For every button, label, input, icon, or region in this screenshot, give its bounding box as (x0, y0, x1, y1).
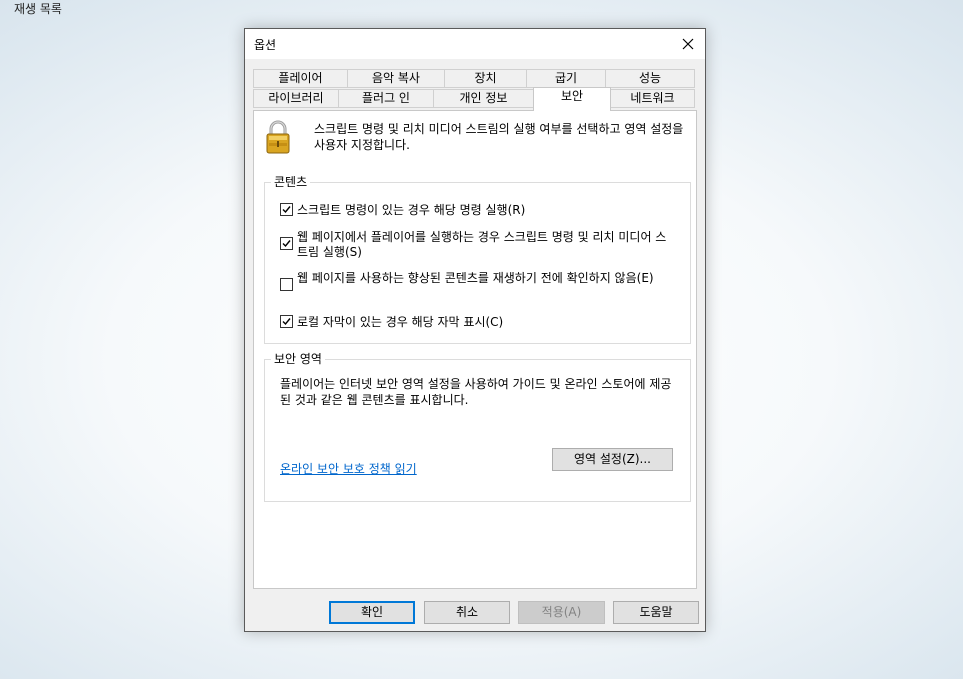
option-run-script-from-web[interactable]: 웹 페이지에서 플레이어를 실행하는 경우 스크립트 명령 및 리치 미디어 스… (280, 230, 675, 260)
background-window-title: 재생 목록 (14, 2, 62, 16)
checkmark-icon (282, 206, 291, 214)
checkbox[interactable] (280, 203, 293, 216)
help-button[interactable]: 도움말 (613, 601, 699, 624)
security-tab-panel: 스크립트 명령 및 리치 미디어 스트림의 실행 여부를 선택하고 영역 설정을… (253, 110, 697, 589)
content-group-label: 콘텐츠 (271, 174, 311, 190)
ok-button[interactable]: 확인 (329, 601, 415, 624)
tab-library[interactable]: 라이브러리 (253, 89, 339, 108)
checkbox[interactable] (280, 237, 293, 250)
lock-icon (266, 120, 290, 154)
checkbox[interactable] (280, 315, 293, 328)
cancel-button[interactable]: 취소 (424, 601, 510, 624)
tab-performance[interactable]: 성능 (605, 69, 695, 88)
option-label: 웹 페이지를 사용하는 향상된 콘텐츠를 재생하기 전에 확인하지 않음(E) (297, 271, 654, 285)
close-icon (682, 38, 694, 50)
tab-strip: 플레이어 음악 복사 장치 굽기 성능 라이브러리 플러그 인 개인 정보 보안… (253, 69, 695, 111)
tab-plugins[interactable]: 플러그 인 (338, 89, 434, 108)
dialog-title: 옵션 (254, 38, 277, 52)
zone-settings-button[interactable]: 영역 설정(Z)... (552, 448, 673, 471)
security-zone-group-label: 보안 영역 (271, 351, 325, 367)
tab-security[interactable]: 보안 (533, 87, 611, 111)
tab-player[interactable]: 플레이어 (253, 69, 348, 88)
option-no-prompt-enhanced-content[interactable]: 웹 페이지를 사용하는 향상된 콘텐츠를 재생하기 전에 확인하지 않음(E) (280, 271, 675, 291)
security-zone-group: 보안 영역 플레이어는 인터넷 보안 영역 설정을 사용하여 가이드 및 온라인… (264, 351, 691, 502)
option-show-local-captions[interactable]: 로컬 자막이 있는 경우 해당 자막 표시(C) (280, 315, 675, 330)
tab-network[interactable]: 네트워크 (610, 89, 695, 108)
options-dialog: 옵션 플레이어 음악 복사 장치 굽기 성능 라이브러리 플러그 인 개인 정보… (244, 28, 706, 632)
tab-privacy[interactable]: 개인 정보 (433, 89, 534, 108)
security-zone-description: 플레이어는 인터넷 보안 영역 설정을 사용하여 가이드 및 온라인 스토어에 … (280, 377, 672, 407)
security-description: 스크립트 명령 및 리치 미디어 스트림의 실행 여부를 선택하고 영역 설정을… (314, 122, 684, 152)
option-label: 스크립트 명령이 있는 경우 해당 명령 실행(R) (297, 203, 526, 217)
close-button[interactable] (671, 29, 705, 59)
privacy-policy-link[interactable]: 온라인 보안 보호 정책 읽기 (280, 460, 417, 477)
option-label: 로컬 자막이 있는 경우 해당 자막 표시(C) (297, 315, 504, 329)
content-group: 콘텐츠 스크립트 명령이 있는 경우 해당 명령 실행(R) 웹 페이지에서 플… (264, 174, 691, 344)
option-run-script-commands[interactable]: 스크립트 명령이 있는 경우 해당 명령 실행(R) (280, 203, 675, 218)
checkmark-icon (282, 240, 291, 248)
option-label: 웹 페이지에서 플레이어를 실행하는 경우 스크립트 명령 및 리치 미디어 스… (297, 230, 667, 259)
checkmark-icon (282, 318, 291, 326)
checkbox[interactable] (280, 278, 293, 291)
apply-button[interactable]: 적용(A) (518, 601, 605, 624)
tab-rip-music[interactable]: 음악 복사 (347, 69, 445, 88)
dialog-titlebar: 옵션 (245, 29, 705, 59)
tab-devices[interactable]: 장치 (444, 69, 527, 88)
tab-burn[interactable]: 굽기 (526, 69, 606, 88)
